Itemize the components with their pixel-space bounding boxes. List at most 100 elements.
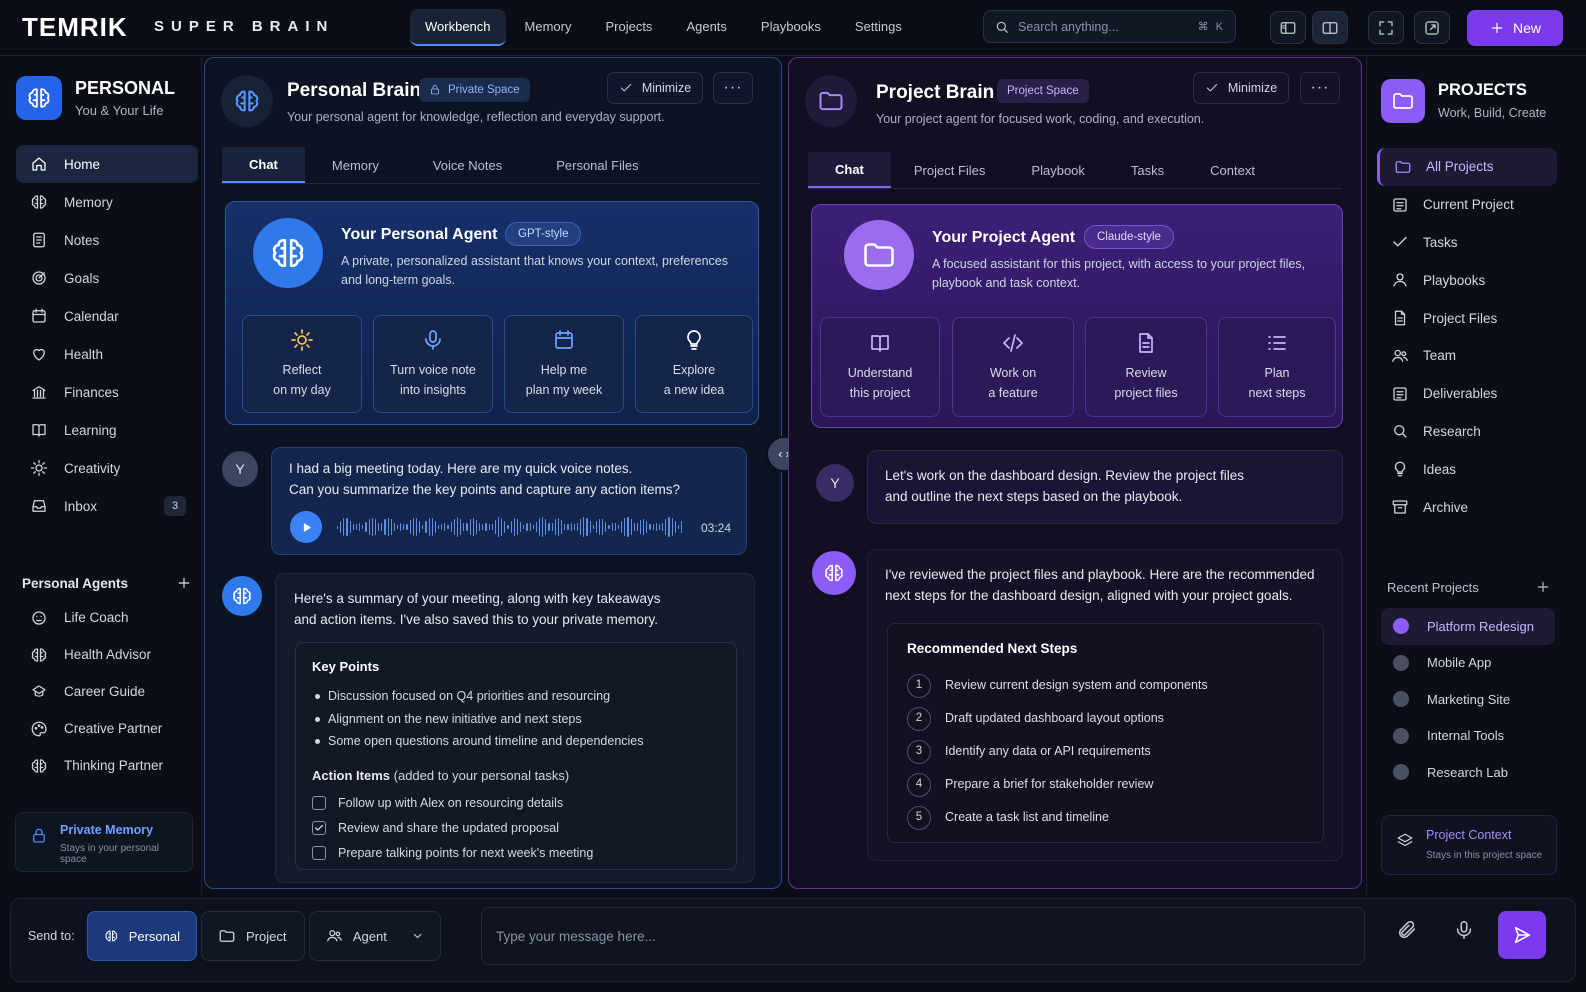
send-button[interactable] xyxy=(1498,911,1546,959)
tab-project-playbook[interactable]: Playbook xyxy=(1008,152,1107,188)
inbox-icon xyxy=(30,497,48,515)
search-input[interactable] xyxy=(1018,19,1190,34)
message-line: Here's a summary of your meeting, along … xyxy=(294,591,661,606)
topnav-settings[interactable]: Settings xyxy=(840,9,917,46)
inbox-count-badge: 3 xyxy=(164,496,186,516)
action-plan-steps-button[interactable]: Plan next steps xyxy=(1218,317,1336,417)
action-item[interactable]: Follow up with Alex on resourcing detail… xyxy=(312,791,720,816)
attach-icon[interactable] xyxy=(1396,919,1418,941)
action-review-files-button[interactable]: Review project files xyxy=(1085,317,1207,417)
tab-project-tasks[interactable]: Tasks xyxy=(1108,152,1187,188)
sidebar-item-learning[interactable]: Learning xyxy=(16,411,198,449)
action-voice-insights-button[interactable]: Turn voice note into insights xyxy=(373,315,493,413)
tab-personal-files[interactable]: Personal Files xyxy=(529,147,665,183)
add-agent-icon[interactable] xyxy=(176,575,192,591)
audio-play-button[interactable] xyxy=(290,511,322,543)
waveform-bar xyxy=(681,521,683,533)
project-context-card[interactable]: Project Context Stays in this project sp… xyxy=(1381,815,1557,875)
sidebar-item-creativity[interactable]: Creativity xyxy=(16,449,198,487)
action-understand-project-button[interactable]: Understand this project xyxy=(820,317,940,417)
sidebar-item-health[interactable]: Health xyxy=(16,335,198,373)
sidebar-item-project-files[interactable]: Project Files xyxy=(1377,299,1557,337)
action-explore-idea-button[interactable]: Explore a new idea xyxy=(635,315,753,413)
project-agent-avatar xyxy=(844,220,914,290)
tab-project-chat[interactable]: Chat xyxy=(808,152,891,188)
step-number: 4 xyxy=(907,772,931,797)
topnav-memory[interactable]: Memory xyxy=(510,9,587,46)
action-reflect-button[interactable]: Reflect on my day xyxy=(242,315,362,413)
agent-item-health-advisor[interactable]: Health Advisor xyxy=(16,636,198,673)
sidebar-item-team[interactable]: Team xyxy=(1377,337,1557,375)
new-button[interactable]: New xyxy=(1467,10,1563,46)
sidebar-item-calendar[interactable]: Calendar xyxy=(16,297,198,335)
toggle-left-panel-button[interactable] xyxy=(1270,11,1306,44)
tab-project-context[interactable]: Context xyxy=(1187,152,1278,188)
action-item-checkbox[interactable] xyxy=(312,846,326,860)
private-memory-card[interactable]: Private Memory Stays in your personal sp… xyxy=(15,812,193,872)
recent-project-item[interactable]: Mobile App xyxy=(1381,645,1555,682)
sidebar-item-current-project[interactable]: Current Project xyxy=(1377,186,1557,224)
sidebar-item-playbooks[interactable]: Playbooks xyxy=(1377,261,1557,299)
sidebar-item-tasks[interactable]: Tasks xyxy=(1377,224,1557,262)
action-item-checkbox[interactable] xyxy=(312,796,326,810)
topnav-workbench[interactable]: Workbench xyxy=(410,9,506,46)
tab-personal-memory[interactable]: Memory xyxy=(305,147,406,183)
personal-more-button[interactable]: ··· xyxy=(713,72,753,104)
tab-personal-chat[interactable]: Chat xyxy=(222,147,305,183)
send-to-personal-button[interactable]: Personal xyxy=(87,911,197,961)
action-item[interactable]: Prepare talking points for next week's m… xyxy=(312,841,720,866)
recent-project-item[interactable]: Marketing Site xyxy=(1381,681,1555,718)
action-item-checkbox-checked[interactable] xyxy=(312,821,326,835)
split-view-button[interactable] xyxy=(1312,11,1348,44)
sidebar-item-finances[interactable]: Finances xyxy=(16,373,198,411)
action-item[interactable]: Review and share the updated proposal xyxy=(312,816,720,841)
sidebar-item-archive[interactable]: Archive xyxy=(1377,488,1557,526)
project-minimize-button[interactable]: Minimize xyxy=(1193,72,1289,104)
recent-project-item[interactable]: Internal Tools xyxy=(1381,718,1555,755)
send-to-project-button[interactable]: Project xyxy=(201,911,305,961)
sidebar-item-all-projects[interactable]: All Projects xyxy=(1377,148,1557,186)
sidebar-item-home[interactable]: Home xyxy=(16,145,198,183)
step-text: Draft updated dashboard layout options xyxy=(945,711,1164,725)
topnav-projects[interactable]: Projects xyxy=(590,9,667,46)
recent-project-label: Research Lab xyxy=(1427,764,1508,780)
lock-icon xyxy=(429,84,441,96)
sidebar-item-inbox[interactable]: Inbox 3 xyxy=(16,487,198,525)
sidebar-item-label: Calendar xyxy=(64,308,119,324)
sidebar-item-label: Goals xyxy=(64,270,100,286)
personal-minimize-button[interactable]: Minimize xyxy=(607,72,703,104)
sidebar-item-memory[interactable]: Memory xyxy=(16,183,198,221)
project-more-button[interactable]: ··· xyxy=(1300,72,1340,104)
agent-item-thinking-partner[interactable]: Thinking Partner xyxy=(16,747,198,784)
waveform-bar xyxy=(677,525,680,529)
sidebar-item-notes[interactable]: Notes xyxy=(16,221,198,259)
audio-waveform[interactable] xyxy=(337,514,683,540)
action-work-feature-button[interactable]: Work on a feature xyxy=(952,317,1074,417)
waveform-bar xyxy=(507,525,509,529)
user-voice-message: I had a big meeting today. Here are my q… xyxy=(271,447,747,555)
tab-personal-voice-notes[interactable]: Voice Notes xyxy=(406,147,529,183)
add-project-icon[interactable] xyxy=(1535,579,1551,595)
waveform-bar xyxy=(387,517,389,537)
recent-project-item[interactable]: Research Lab xyxy=(1381,754,1555,791)
popout-button[interactable] xyxy=(1414,11,1450,44)
agent-item-life-coach[interactable]: Life Coach xyxy=(16,599,198,636)
plus-icon xyxy=(1489,20,1505,36)
sidebar-item-ideas[interactable]: Ideas xyxy=(1377,450,1557,488)
fullscreen-button[interactable] xyxy=(1368,11,1404,44)
recent-project-item[interactable]: Platform Redesign xyxy=(1381,608,1555,645)
topnav-playbooks[interactable]: Playbooks xyxy=(746,9,836,46)
message-input[interactable] xyxy=(496,908,1350,964)
agent-item-creative-partner[interactable]: Creative Partner xyxy=(16,710,198,747)
sidebar-item-deliverables[interactable]: Deliverables xyxy=(1377,375,1557,413)
action-plan-week-button[interactable]: Help me plan my week xyxy=(504,315,624,413)
topnav-agents[interactable]: Agents xyxy=(671,9,741,46)
sidebar-item-goals[interactable]: Goals xyxy=(16,259,198,297)
waveform-bar xyxy=(671,517,673,537)
waveform-bar xyxy=(542,517,544,537)
agent-item-career-guide[interactable]: Career Guide xyxy=(16,673,198,710)
sidebar-item-research[interactable]: Research xyxy=(1377,413,1557,451)
tab-project-files[interactable]: Project Files xyxy=(891,152,1009,188)
microphone-icon[interactable] xyxy=(1453,919,1475,941)
send-to-agent-dropdown[interactable]: Agent xyxy=(309,911,441,961)
